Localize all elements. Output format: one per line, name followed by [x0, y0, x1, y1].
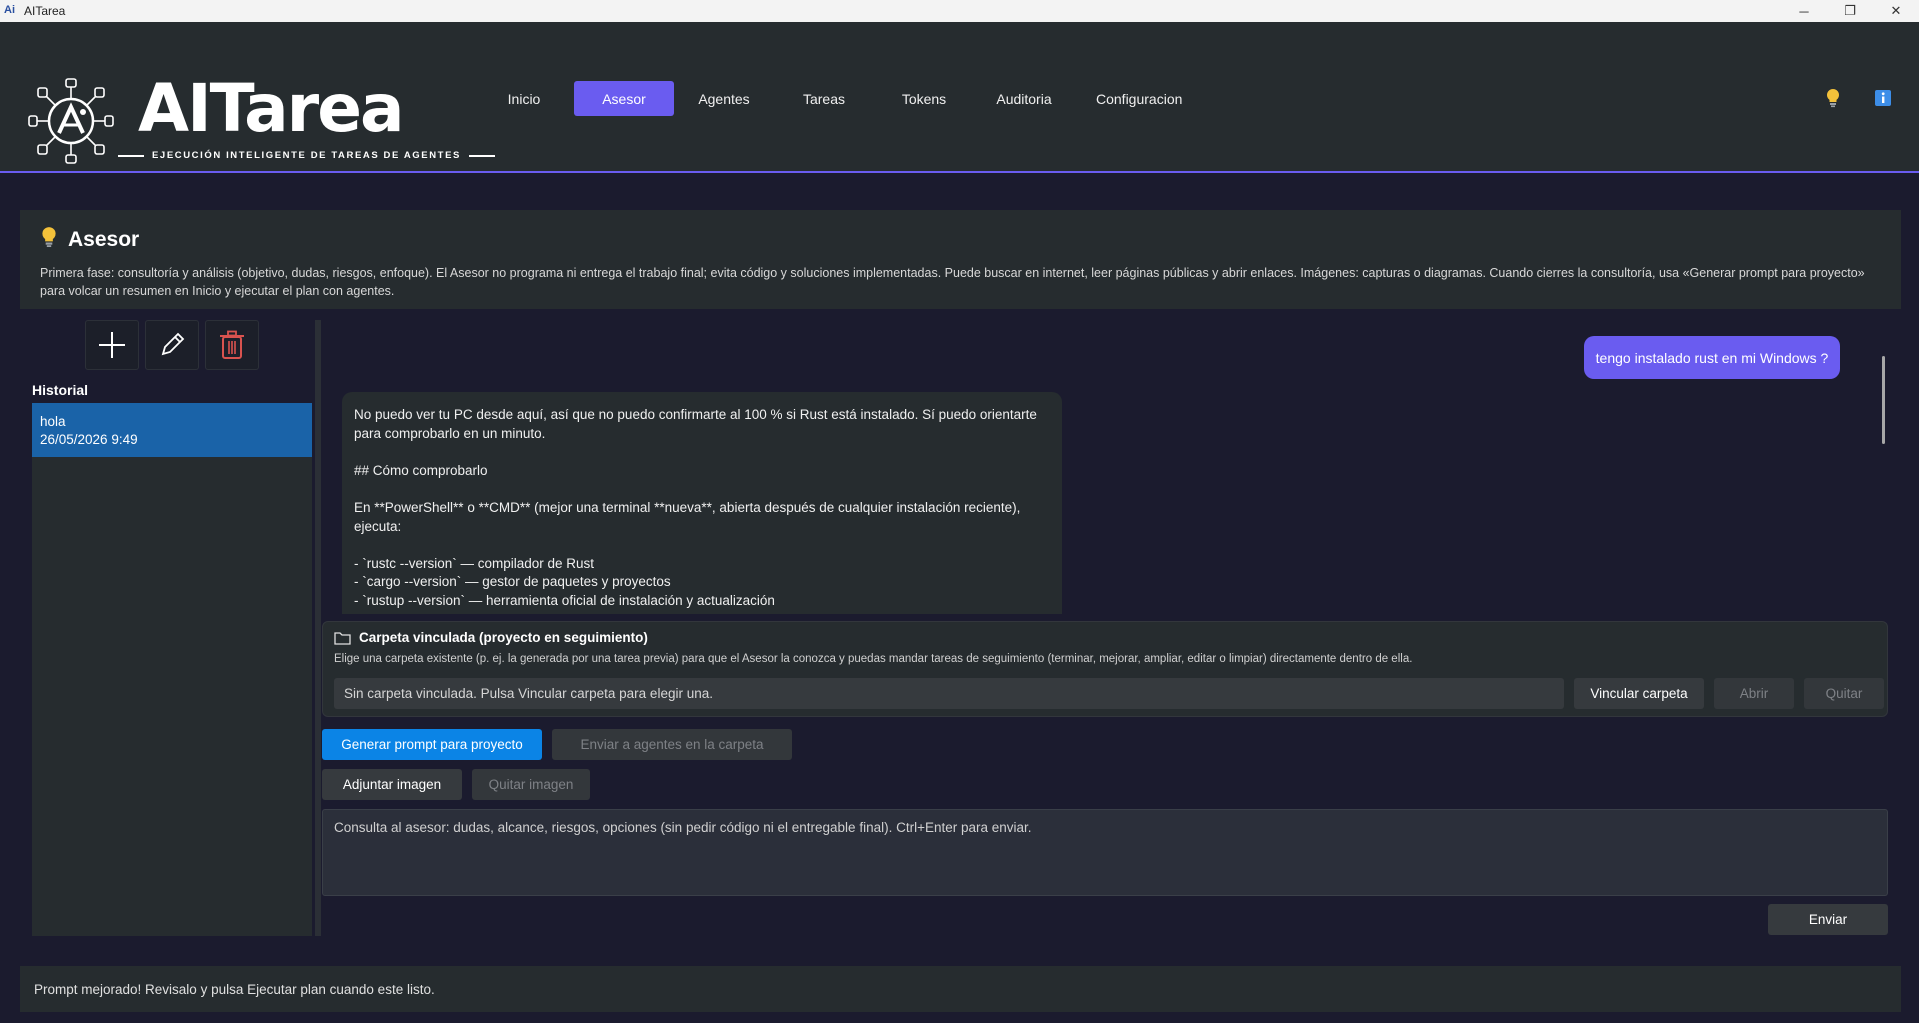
- folder-controls: Sin carpeta vinculada. Pulsa Vincular ca…: [334, 678, 1884, 709]
- page-title: Asesor: [68, 228, 140, 251]
- history-label: Historial: [32, 382, 89, 398]
- history-item-date: 26/05/2026 9:49: [40, 432, 138, 447]
- message-line: - `rustup --version` — herramienta ofici…: [354, 592, 775, 608]
- send-to-agents-button[interactable]: Enviar a agentes en la carpeta: [552, 729, 792, 760]
- linked-folder-panel: Carpeta vinculada (proyecto en seguimien…: [322, 621, 1888, 717]
- nav-tokens[interactable]: Tokens: [874, 81, 974, 116]
- send-button[interactable]: Enviar: [1768, 904, 1888, 935]
- attach-image-button[interactable]: Adjuntar imagen: [322, 769, 462, 800]
- info-icon[interactable]: [1870, 85, 1896, 111]
- history-list: hola 26/05/2026 9:49: [32, 403, 312, 936]
- folder-path-field[interactable]: Sin carpeta vinculada. Pulsa Vincular ca…: [334, 678, 1564, 709]
- minimize-icon[interactable]: ─: [1781, 0, 1827, 22]
- window-controls: ─ ❐ ✕: [1781, 0, 1919, 22]
- assistant-message: No puedo ver tu PC desde aquí, así que n…: [342, 392, 1062, 614]
- sidebar-scrollbar[interactable]: [315, 320, 321, 936]
- delete-chat-button[interactable]: [205, 320, 259, 370]
- nav-configuracion[interactable]: Configuracion: [1074, 81, 1204, 116]
- message-line: ## Cómo comprobarlo: [354, 462, 488, 478]
- status-bar: Prompt mejorado! Revisalo y pulsa Ejecut…: [20, 966, 1901, 1012]
- folder-description: Elige una carpeta existente (p. ej. la g…: [334, 653, 1413, 665]
- history-item-title: hola: [40, 414, 66, 429]
- chat-scrollbar[interactable]: [1882, 356, 1885, 444]
- pencil-icon: [161, 332, 185, 356]
- logo: AITarea EJECUCIÓN INTELIGENTE DE TAREAS …: [28, 58, 495, 168]
- logo-tagline: EJECUCIÓN INTELIGENTE DE TAREAS DE AGENT…: [118, 150, 495, 161]
- close-icon[interactable]: ✕: [1873, 0, 1919, 22]
- history-sidebar: Historial hola 26/05/2026 9:49: [32, 320, 321, 936]
- new-chat-button[interactable]: [85, 320, 139, 370]
- rename-chat-button[interactable]: [145, 320, 199, 370]
- nav-asesor[interactable]: Asesor: [574, 81, 674, 116]
- window-title: AITarea: [24, 4, 66, 18]
- lightbulb-icon: [40, 226, 58, 254]
- remove-image-button[interactable]: Quitar imagen: [472, 769, 590, 800]
- message-line: - `rustc --version` — compilador de Rust: [354, 555, 595, 571]
- asesor-info-panel: Asesor Primera fase: consultoría y análi…: [20, 210, 1901, 309]
- asesor-description: Primera fase: consultoría y análisis (ob…: [40, 266, 1865, 298]
- folder-title: Carpeta vinculada (proyecto en seguimien…: [359, 630, 648, 645]
- nav-tareas[interactable]: Tareas: [774, 81, 874, 116]
- logo-network-icon: [28, 78, 114, 164]
- status-message: Prompt mejorado! Revisalo y pulsa Ejecut…: [34, 981, 435, 997]
- list-item[interactable]: hola 26/05/2026 9:49: [32, 403, 312, 457]
- folder-icon: [334, 631, 351, 645]
- nav-inicio[interactable]: Inicio: [474, 81, 574, 116]
- consult-input[interactable]: Consulta al asesor: dudas, alcance, ries…: [322, 809, 1888, 896]
- nav-auditoria[interactable]: Auditoria: [974, 81, 1074, 116]
- history-toolbar: [85, 320, 259, 370]
- message-line: No puedo ver tu PC desde aquí, así que n…: [354, 407, 1037, 441]
- message-line: En **PowerShell** o **CMD** (mejor una t…: [354, 499, 1021, 534]
- main-nav: Inicio Asesor Agentes Tareas Tokens Audi…: [474, 81, 1204, 116]
- generate-prompt-button[interactable]: Generar prompt para proyecto: [322, 729, 542, 760]
- link-folder-button[interactable]: Vincular carpeta: [1574, 678, 1704, 709]
- window-titlebar: Ai AITarea ─ ❐ ✕: [0, 0, 1919, 22]
- app-header: AITarea EJECUCIÓN INTELIGENTE DE TAREAS …: [0, 22, 1919, 173]
- message-line: - `cargo --version` — gestor de paquetes…: [354, 574, 671, 590]
- remove-folder-button[interactable]: Quitar: [1804, 678, 1884, 709]
- nav-agentes[interactable]: Agentes: [674, 81, 774, 116]
- folder-heading: Carpeta vinculada (proyecto en seguimien…: [334, 630, 1876, 645]
- open-folder-button[interactable]: Abrir: [1714, 678, 1794, 709]
- trash-icon: [220, 330, 244, 359]
- restore-icon[interactable]: ❐: [1827, 0, 1873, 22]
- asesor-heading: Asesor: [40, 226, 1881, 254]
- logo-wordmark: AITarea: [138, 70, 405, 147]
- user-message: tengo instalado rust en mi Windows ?: [1584, 336, 1840, 379]
- lightbulb-icon[interactable]: [1820, 85, 1846, 111]
- app-icon: Ai: [4, 4, 15, 16]
- plus-icon: [99, 332, 125, 358]
